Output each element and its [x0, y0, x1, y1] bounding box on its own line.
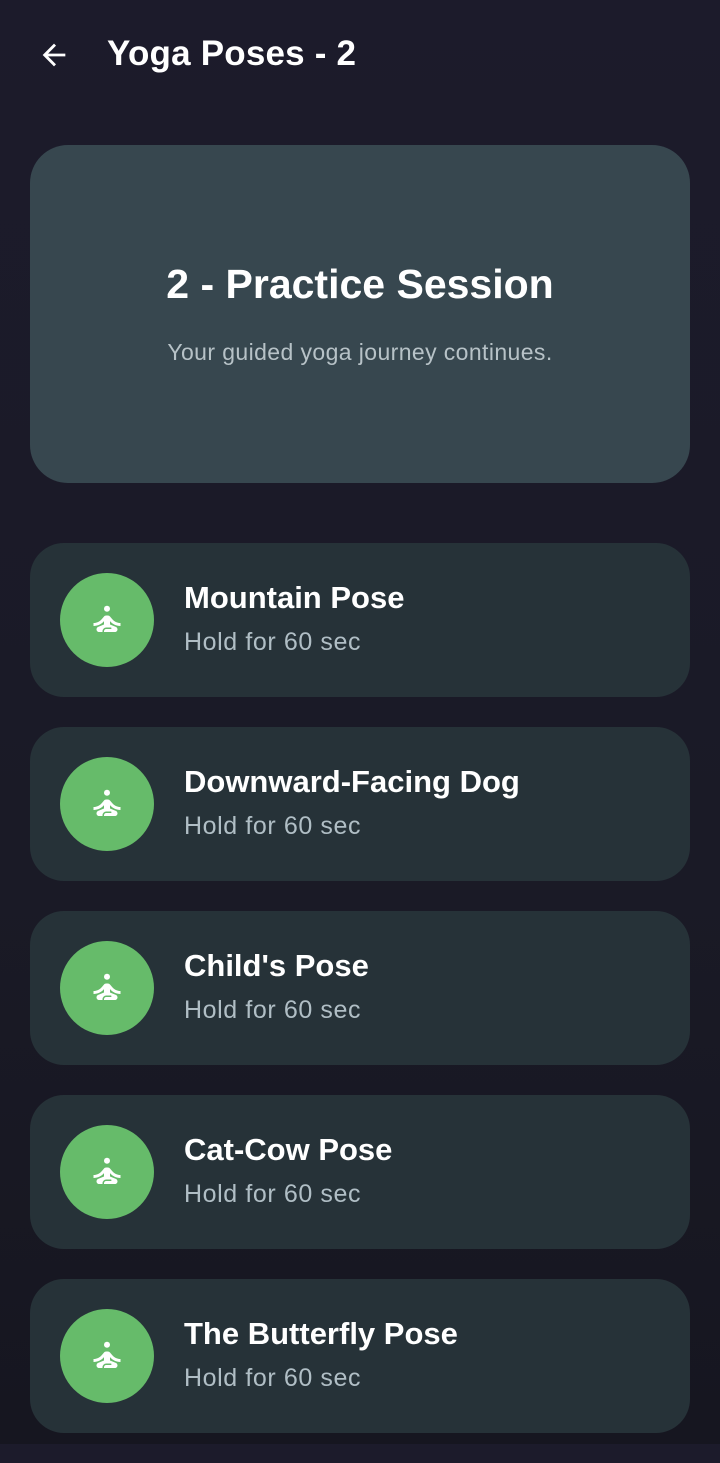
pose-duration: Hold for 60 sec [184, 1364, 362, 1392]
pose-name: The Butterfly Pose [184, 1316, 458, 1351]
pose-list: Mountain Pose Hold for 60 sec Downward-F… [30, 543, 690, 1463]
pose-list-item[interactable]: Cat-Cow Pose Hold for 60 sec [30, 1095, 690, 1249]
pose-list-item[interactable]: Downward-Facing Dog Hold for 60 sec [30, 727, 690, 881]
pose-name: Child's Pose [184, 948, 369, 983]
pose-duration: Hold for 60 sec [184, 628, 362, 656]
session-hero-card: 2 - Practice Session Your guided yoga jo… [30, 145, 690, 483]
back-button[interactable] [26, 30, 82, 80]
arrow-left-icon [42, 43, 66, 67]
meditation-icon [60, 757, 154, 851]
pose-list-item[interactable]: Child's Pose Hold for 60 sec [30, 911, 690, 1065]
meditation-icon [60, 1125, 154, 1219]
pose-name: Cat-Cow Pose [184, 1132, 393, 1167]
pose-name: Downward-Facing Dog [184, 764, 520, 799]
pose-duration: Hold for 60 sec [184, 996, 362, 1024]
pose-duration: Hold for 60 sec [184, 1180, 362, 1208]
session-title: 2 - Practice Session [166, 261, 554, 307]
pose-list-item[interactable]: The Butterfly Pose Hold for 60 sec [30, 1279, 690, 1433]
pose-list-item[interactable]: Mountain Pose Hold for 60 sec [30, 543, 690, 697]
session-subtitle: Your guided yoga journey continues. [167, 339, 553, 365]
pose-duration: Hold for 60 sec [184, 812, 362, 840]
meditation-icon [60, 941, 154, 1035]
meditation-icon [60, 1309, 154, 1403]
app-bar: Yoga Poses - 2 [0, 0, 720, 110]
page-title: Yoga Poses - 2 [107, 34, 357, 73]
pose-name: Mountain Pose [184, 580, 405, 615]
meditation-icon [60, 573, 154, 667]
